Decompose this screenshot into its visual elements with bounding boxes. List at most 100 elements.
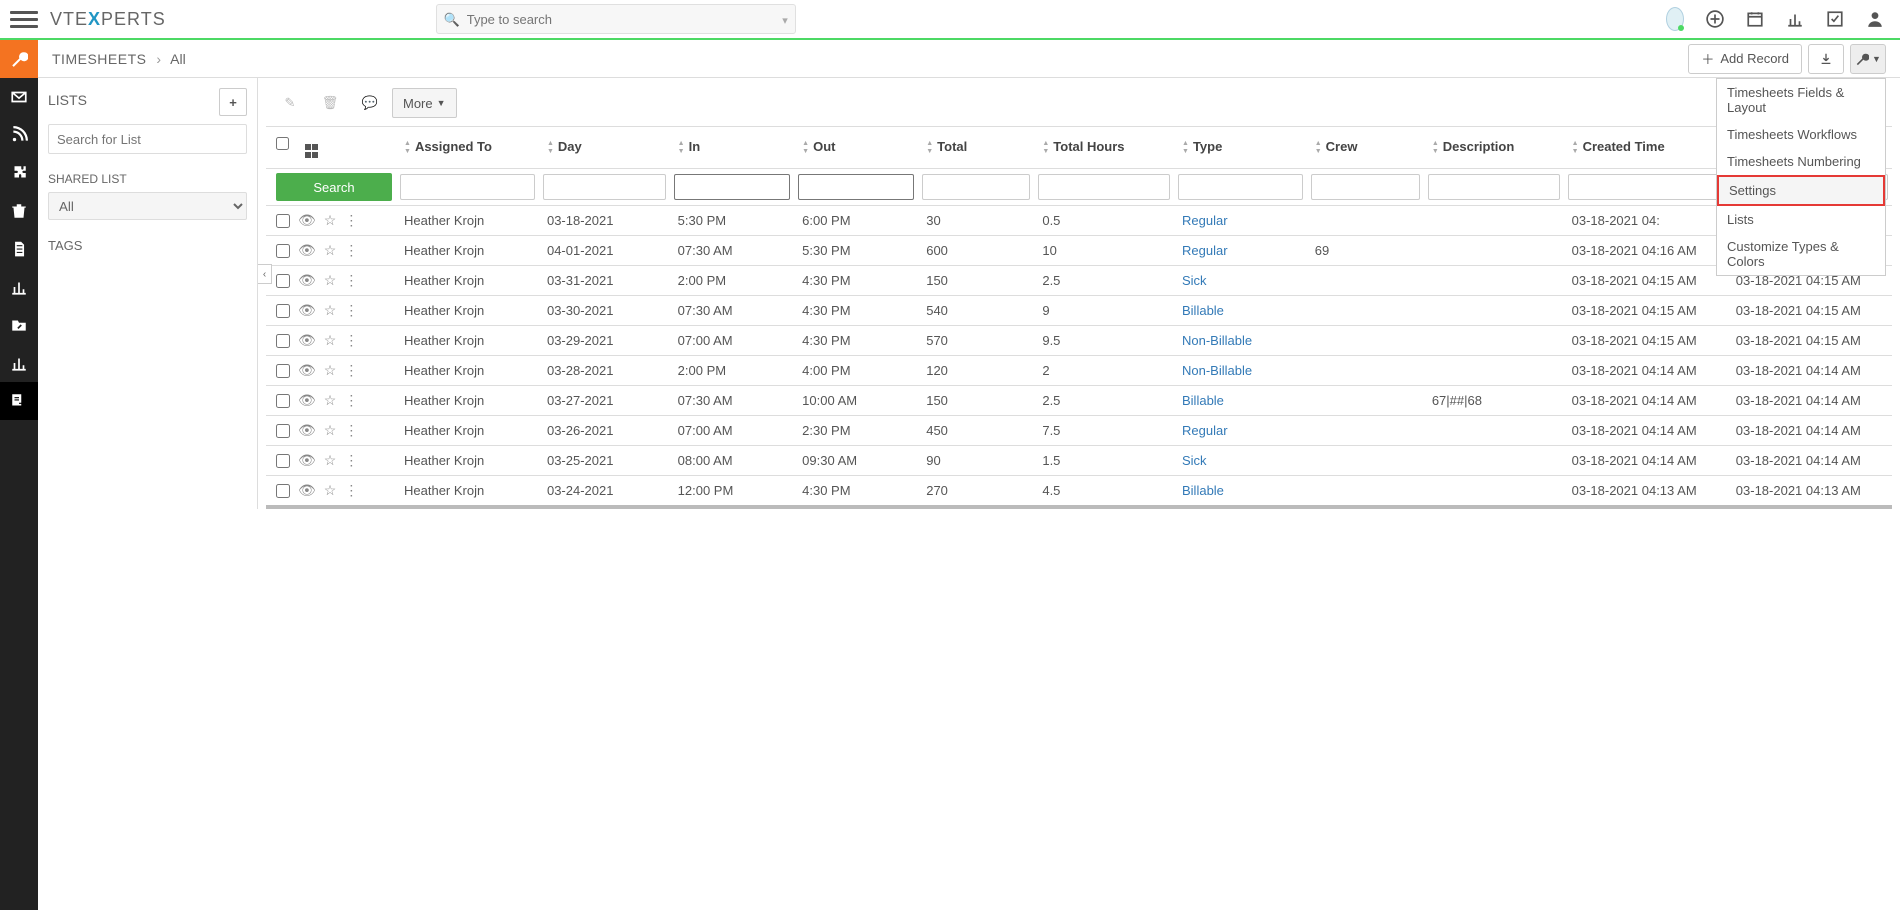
grid-view-icon[interactable] <box>305 144 319 158</box>
dropdown-item[interactable]: Timesheets Fields & Layout <box>1717 79 1885 121</box>
kebab-icon[interactable]: ⋮ <box>344 332 358 349</box>
calendar-icon[interactable] <box>1746 10 1764 28</box>
column-header[interactable]: Out <box>794 127 918 169</box>
download-button[interactable] <box>1808 44 1844 74</box>
rail-mail-icon[interactable] <box>0 78 38 116</box>
column-filter-input[interactable] <box>543 174 666 200</box>
global-search-input[interactable] <box>436 4 796 34</box>
row-checkbox[interactable] <box>276 214 290 228</box>
kebab-icon[interactable]: ⋮ <box>344 242 358 259</box>
column-header[interactable]: Day <box>539 127 670 169</box>
rail-wrench-icon[interactable] <box>0 40 38 78</box>
rail-document-icon[interactable] <box>0 230 38 268</box>
eye-icon[interactable]: 👁 <box>298 452 316 469</box>
column-header[interactable]: Description <box>1424 127 1564 169</box>
rail-bars-icon[interactable] <box>0 268 38 306</box>
dropdown-item[interactable]: Timesheets Workflows <box>1717 121 1885 148</box>
chart-icon[interactable] <box>1786 10 1804 28</box>
search-button[interactable]: Search <box>276 173 392 201</box>
kebab-icon[interactable]: ⋮ <box>344 302 358 319</box>
kebab-icon[interactable]: ⋮ <box>344 212 358 229</box>
rail-trash-icon[interactable] <box>0 192 38 230</box>
column-filter-input[interactable] <box>1178 174 1303 200</box>
column-header[interactable]: Type <box>1174 127 1307 169</box>
column-header[interactable]: Created Time <box>1564 127 1728 169</box>
delete-icon[interactable]: 🗑 <box>312 88 348 118</box>
star-icon[interactable]: ☆ <box>324 362 337 379</box>
collapse-sidebar-button[interactable]: ‹ <box>258 264 272 284</box>
star-icon[interactable]: ☆ <box>324 422 337 439</box>
cell-type[interactable]: Non-Billable <box>1174 326 1307 356</box>
row-checkbox[interactable] <box>276 394 290 408</box>
cell-type[interactable]: Billable <box>1174 386 1307 416</box>
eye-icon[interactable]: 👁 <box>298 482 316 499</box>
dropdown-item[interactable]: Lists <box>1717 206 1885 233</box>
row-checkbox[interactable] <box>276 304 290 318</box>
dropdown-item[interactable]: Settings <box>1717 175 1885 206</box>
shared-list-select[interactable]: All <box>48 192 247 220</box>
wrench-dropdown-button[interactable]: ▼ <box>1850 44 1886 74</box>
comment-icon[interactable]: 💬 <box>352 88 388 118</box>
cell-type[interactable]: Regular <box>1174 206 1307 236</box>
column-filter-input[interactable] <box>400 174 535 200</box>
rail-rss-icon[interactable] <box>0 116 38 154</box>
rail-bars2-icon[interactable] <box>0 344 38 382</box>
kebab-icon[interactable]: ⋮ <box>344 422 358 439</box>
column-header[interactable]: Total Hours <box>1034 127 1174 169</box>
cell-type[interactable]: Regular <box>1174 416 1307 446</box>
edit-icon[interactable]: ✎ <box>272 88 308 118</box>
kebab-icon[interactable]: ⋮ <box>344 392 358 409</box>
row-checkbox[interactable] <box>276 364 290 378</box>
column-filter-input[interactable] <box>798 174 914 200</box>
eye-icon[interactable]: 👁 <box>298 392 316 409</box>
eye-icon[interactable]: 👁 <box>298 272 316 289</box>
star-icon[interactable]: ☆ <box>324 452 337 469</box>
avatar-icon[interactable] <box>1666 10 1684 28</box>
eye-icon[interactable]: 👁 <box>298 302 316 319</box>
dropdown-item[interactable]: Timesheets Numbering <box>1717 148 1885 175</box>
column-filter-input[interactable] <box>1311 174 1420 200</box>
add-list-button[interactable]: + <box>219 88 247 116</box>
star-icon[interactable]: ☆ <box>324 332 337 349</box>
eye-icon[interactable]: 👁 <box>298 362 316 379</box>
eye-icon[interactable]: 👁 <box>298 422 316 439</box>
column-header[interactable]: Total <box>918 127 1034 169</box>
eye-icon[interactable]: 👁 <box>298 242 316 259</box>
eye-icon[interactable]: 👁 <box>298 212 316 229</box>
star-icon[interactable]: ☆ <box>324 392 337 409</box>
star-icon[interactable]: ☆ <box>324 242 337 259</box>
breadcrumb-module[interactable]: TIMESHEETS <box>52 51 146 67</box>
select-all-checkbox[interactable] <box>276 137 289 150</box>
column-filter-input[interactable] <box>922 174 1030 200</box>
plus-circle-icon[interactable] <box>1706 10 1724 28</box>
column-header[interactable]: Assigned To <box>396 127 539 169</box>
dropdown-item[interactable]: Customize Types & Colors <box>1717 233 1885 275</box>
column-header[interactable]: In <box>670 127 794 169</box>
row-checkbox[interactable] <box>276 484 290 498</box>
cell-type[interactable]: Regular <box>1174 236 1307 266</box>
rail-puzzle-icon[interactable] <box>0 154 38 192</box>
cell-type[interactable]: Billable <box>1174 476 1307 508</box>
kebab-icon[interactable]: ⋮ <box>344 452 358 469</box>
rail-folder-icon[interactable] <box>0 306 38 344</box>
menu-toggle-icon[interactable] <box>10 5 38 33</box>
list-search-input[interactable] <box>48 124 247 154</box>
cell-type[interactable]: Sick <box>1174 266 1307 296</box>
rail-timesheet-icon[interactable] <box>0 382 38 420</box>
search-dropdown-icon[interactable]: ▾ <box>782 14 788 27</box>
cell-type[interactable]: Sick <box>1174 446 1307 476</box>
star-icon[interactable]: ☆ <box>324 482 337 499</box>
row-checkbox[interactable] <box>276 274 290 288</box>
cell-type[interactable]: Non-Billable <box>1174 356 1307 386</box>
row-checkbox[interactable] <box>276 244 290 258</box>
breadcrumb-sub[interactable]: All <box>170 51 186 67</box>
eye-icon[interactable]: 👁 <box>298 332 316 349</box>
star-icon[interactable]: ☆ <box>324 212 337 229</box>
column-filter-input[interactable] <box>1428 174 1560 200</box>
add-record-button[interactable]: ＋ Add Record <box>1688 44 1802 74</box>
task-check-icon[interactable] <box>1826 10 1844 28</box>
row-checkbox[interactable] <box>276 424 290 438</box>
column-header[interactable]: Crew <box>1307 127 1424 169</box>
user-icon[interactable] <box>1866 10 1884 28</box>
star-icon[interactable]: ☆ <box>324 302 337 319</box>
